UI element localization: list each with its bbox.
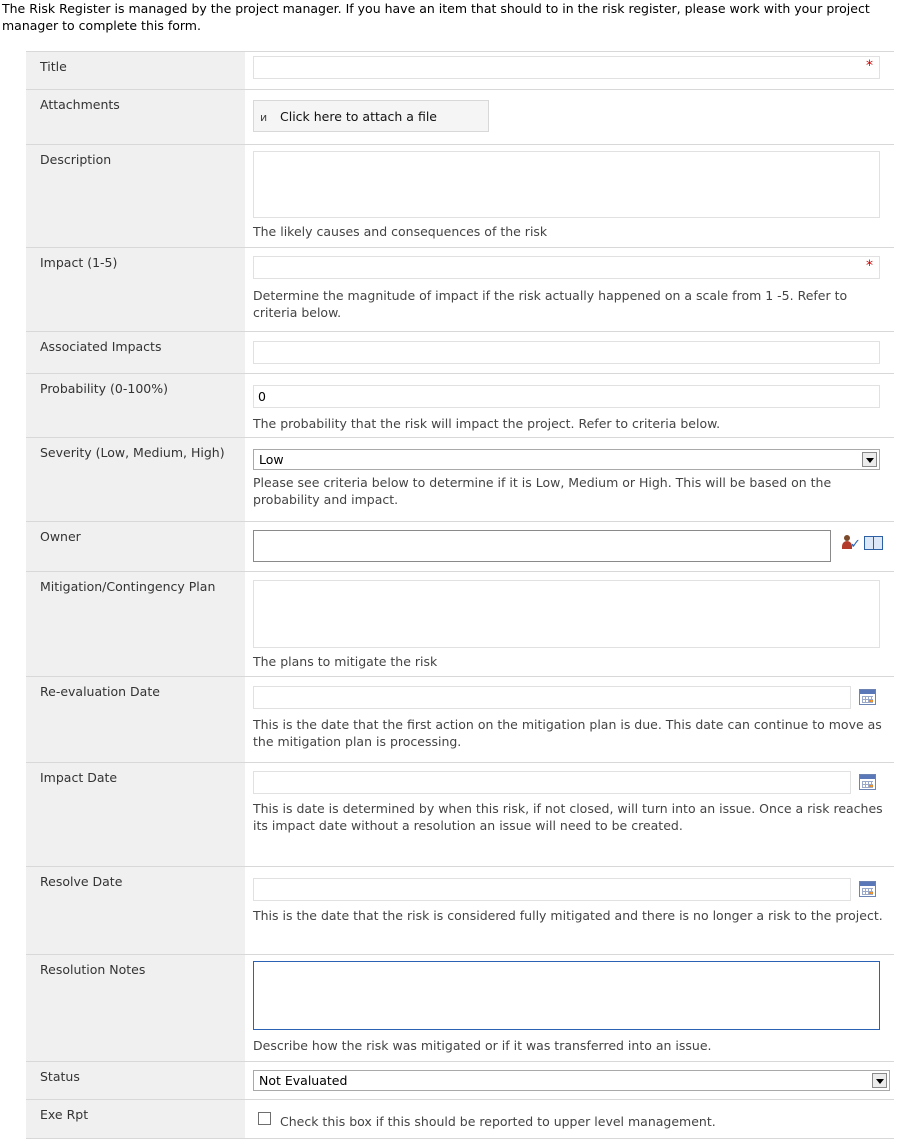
- description-field-cell: The likely causes and consequences of th…: [253, 145, 894, 248]
- row-mitigation: Mitigation/Contingency Plan The plans to…: [26, 571, 894, 677]
- status-selected-value: Not Evaluated: [259, 1073, 348, 1088]
- resolution-notes-label: Resolution Notes: [26, 955, 245, 1062]
- probability-input[interactable]: [253, 385, 880, 408]
- address-book-icon[interactable]: [864, 536, 883, 550]
- associated-impacts-input[interactable]: [253, 341, 880, 364]
- attachments-label: Attachments: [26, 90, 245, 145]
- row-probability: Probability (0-100%) The probability tha…: [26, 373, 894, 438]
- row-resolve-date: Resolve Date This is the date that the r…: [26, 866, 894, 955]
- calendar-icon[interactable]: [859, 774, 876, 790]
- resolve-date-field-cell: This is the date that the risk is consid…: [253, 867, 894, 955]
- row-impact-date: Impact Date This is date is determined b…: [26, 762, 894, 867]
- title-label: Title: [26, 52, 245, 90]
- description-textarea[interactable]: [253, 151, 880, 218]
- attachments-field-cell: ᴎ Click here to attach a file: [253, 90, 894, 145]
- resolution-notes-field-cell: Describe how the risk was mitigated or i…: [253, 955, 894, 1062]
- exe-rpt-label: Exe Rpt: [26, 1100, 245, 1138]
- probability-label: Probability (0-100%): [26, 374, 245, 438]
- owner-label: Owner: [26, 522, 245, 572]
- status-label: Status: [26, 1062, 245, 1100]
- row-reevaluation-date: Re-evaluation Date This is the date that…: [26, 676, 894, 763]
- status-select[interactable]: Not Evaluated: [253, 1070, 890, 1091]
- impact-field-cell: * Determine the magnitude of impact if t…: [253, 248, 894, 332]
- description-label: Description: [26, 145, 245, 248]
- resolve-date-label: Resolve Date: [26, 867, 245, 955]
- reevaluation-date-input[interactable]: [253, 686, 851, 709]
- status-field-cell: Not Evaluated: [253, 1062, 894, 1100]
- impact-input[interactable]: [253, 256, 880, 279]
- mitigation-hint: The plans to mitigate the risk: [253, 654, 438, 669]
- attach-file-button[interactable]: ᴎ Click here to attach a file: [253, 100, 489, 132]
- row-severity: Severity (Low, Medium, High) Low Please …: [26, 437, 894, 522]
- severity-label: Severity (Low, Medium, High): [26, 438, 245, 522]
- row-resolution-notes: Resolution Notes Describe how the risk w…: [26, 954, 894, 1062]
- attach-file-label: Click here to attach a file: [280, 109, 437, 124]
- check-names-icon[interactable]: ✓: [841, 535, 861, 551]
- severity-select[interactable]: Low: [253, 449, 880, 470]
- resolve-date-hint: This is the date that the risk is consid…: [253, 908, 883, 923]
- impact-hint: Determine the magnitude of impact if the…: [253, 288, 848, 320]
- reevaluation-date-field-cell: This is the date that the first action o…: [253, 677, 894, 763]
- impact-label: Impact (1-5): [26, 248, 245, 332]
- reevaluation-date-hint: This is the date that the first action o…: [253, 717, 882, 749]
- row-attachments: Attachments ᴎ Click here to attach a file: [26, 89, 894, 145]
- resolution-notes-hint: Describe how the risk was mitigated or i…: [253, 1038, 712, 1053]
- exe-rpt-field-cell: Check this box if this should be reporte…: [253, 1100, 894, 1138]
- title-input[interactable]: [253, 56, 880, 79]
- row-associated-impacts: Associated Impacts: [26, 331, 894, 374]
- row-owner: Owner ✓: [26, 521, 894, 572]
- title-field-cell: *: [253, 52, 894, 90]
- exe-rpt-hint: Check this box if this should be reporte…: [280, 1114, 716, 1129]
- mitigation-label: Mitigation/Contingency Plan: [26, 572, 245, 677]
- chevron-down-icon[interactable]: [862, 452, 877, 467]
- probability-hint: The probability that the risk will impac…: [253, 416, 721, 431]
- owner-people-picker[interactable]: [253, 530, 831, 562]
- row-title: Title *: [26, 51, 894, 90]
- owner-field-cell: ✓: [253, 522, 894, 572]
- probability-field-cell: The probability that the risk will impac…: [253, 374, 894, 438]
- associated-impacts-label: Associated Impacts: [26, 332, 245, 374]
- row-description: Description The likely causes and conseq…: [26, 144, 894, 248]
- chevron-down-icon[interactable]: [872, 1073, 887, 1088]
- mitigation-field-cell: The plans to mitigate the risk: [253, 572, 894, 677]
- impact-date-field-cell: This is date is determined by when this …: [253, 763, 894, 867]
- description-hint: The likely causes and consequences of th…: [253, 224, 548, 239]
- exe-rpt-checkbox[interactable]: [258, 1112, 271, 1125]
- required-marker: *: [866, 258, 873, 274]
- severity-hint: Please see criteria below to determine i…: [253, 475, 832, 507]
- resolution-notes-textarea[interactable]: [253, 961, 880, 1030]
- reevaluation-date-label: Re-evaluation Date: [26, 677, 245, 763]
- row-status: Status Not Evaluated: [26, 1061, 894, 1100]
- calendar-icon[interactable]: [859, 689, 876, 705]
- required-marker: *: [866, 58, 873, 74]
- associated-impacts-field-cell: [253, 332, 894, 374]
- severity-selected-value: Low: [259, 452, 284, 467]
- row-exe-rpt: Exe Rpt Check this box if this should be…: [26, 1099, 894, 1139]
- severity-field-cell: Low Please see criteria below to determi…: [253, 438, 894, 522]
- impact-date-label: Impact Date: [26, 763, 245, 867]
- paperclip-icon: ᴎ: [260, 111, 268, 124]
- form-intro: The Risk Register is managed by the proj…: [2, 1, 870, 33]
- mitigation-textarea[interactable]: [253, 580, 880, 648]
- resolve-date-input[interactable]: [253, 878, 851, 901]
- row-impact: Impact (1-5) * Determine the magnitude o…: [26, 247, 894, 332]
- impact-date-input[interactable]: [253, 771, 851, 794]
- impact-date-hint: This is date is determined by when this …: [253, 801, 883, 833]
- calendar-icon[interactable]: [859, 881, 876, 897]
